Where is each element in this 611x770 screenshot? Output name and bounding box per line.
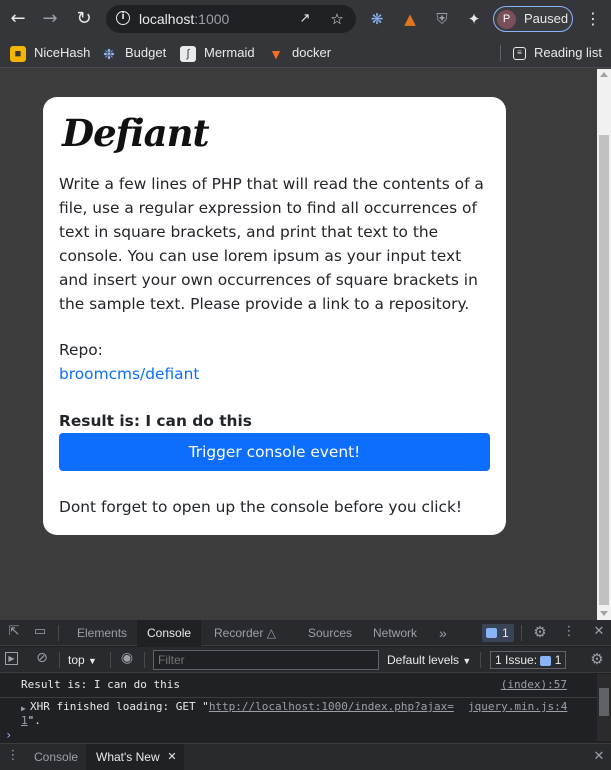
scrollbar-thumb[interactable] (599, 135, 609, 605)
console-toolbar: ▶ ⊘ top ▼ ◉ Default levels ▼ 1 Issue: 1 … (0, 647, 611, 673)
log-source-link[interactable]: (index):57 (501, 678, 567, 692)
issue-icon (540, 655, 552, 666)
console-scrollbar[interactable] (597, 674, 611, 741)
settings-gear-icon[interactable]: ⚙ (532, 625, 548, 641)
shield-icon[interactable]: ⛨ (433, 10, 451, 28)
scroll-down-arrow-icon[interactable] (600, 611, 608, 616)
page-scrollbar[interactable] (597, 69, 611, 620)
tab-network[interactable]: Network (363, 620, 427, 646)
tab-elements[interactable]: Elements (67, 620, 137, 646)
tab-sources[interactable]: Sources (298, 620, 362, 646)
console-log-line: Result is: I can do this (index):57 (21, 678, 567, 692)
devtools-tabbar: ⇱ ▭ Elements Console Recorder △ Sources … (0, 620, 611, 646)
console-scrollbar-thumb[interactable] (599, 688, 609, 716)
repo-label: Repo: (59, 341, 103, 359)
message-icon (486, 628, 497, 638)
drawer-menu-icon[interactable]: ⋮ (5, 749, 21, 765)
reading-list-icon: ≡ (513, 47, 526, 61)
devtools-panel: ⇱ ▭ Elements Console Recorder △ Sources … (0, 620, 611, 770)
back-icon[interactable]: ← (6, 7, 30, 31)
task-description: Write a few lines of PHP that will read … (59, 175, 484, 313)
device-toolbar-icon[interactable]: ▭ (32, 625, 48, 641)
more-tabs-icon[interactable]: » (429, 620, 457, 646)
url-text[interactable]: localhost:1000 (139, 11, 229, 27)
console-note: Dont forget to open up the console befor… (59, 498, 463, 516)
xhr-source-link[interactable]: jquery.min.js:4 (468, 700, 567, 714)
messages-badge[interactable]: 1 (482, 624, 514, 642)
close-devtools-icon[interactable]: ✕ (591, 625, 607, 641)
clear-console-icon[interactable]: ⊘ (34, 651, 50, 667)
gitlab-icon: ▼ (269, 45, 283, 62)
share-icon[interactable]: ↗ (296, 10, 314, 28)
forward-icon[interactable]: → (38, 7, 62, 31)
bookmark-docker[interactable]: ▼ docker (268, 44, 331, 62)
menu-kebab-icon[interactable]: ⋮ (584, 10, 602, 28)
divider (59, 652, 60, 668)
tab-console[interactable]: Console (137, 620, 202, 646)
context-selector[interactable]: top ▼ (68, 651, 97, 670)
profile-button[interactable]: P Paused (493, 6, 573, 32)
address-bar[interactable]: i localhost:1000 ↗ ☆ (106, 5, 356, 33)
reading-list-button[interactable]: ≡ Reading list (513, 44, 602, 62)
result-text: Result is: I can do this (59, 412, 252, 430)
content-card: Defiant Write a few lines of PHP that wi… (43, 97, 506, 535)
react-devtools-icon[interactable]: ❋ (368, 10, 386, 28)
log-levels-dropdown[interactable]: Default levels ▼ (387, 651, 471, 670)
xhr-url-link[interactable]: http://localhost:1000/index.php?ajax= (209, 700, 454, 713)
budget-icon: ❉ (103, 45, 115, 62)
site-info-icon[interactable]: i (116, 11, 130, 25)
scroll-up-arrow-icon[interactable] (600, 72, 608, 77)
trigger-console-button[interactable]: Trigger console event! (59, 433, 490, 471)
bookmark-mermaid[interactable]: ∫ Mermaid (180, 44, 255, 62)
divider (480, 652, 481, 668)
divider (110, 652, 111, 668)
extensions-puzzle-icon[interactable]: ✦ (465, 10, 483, 28)
divider (144, 652, 145, 668)
console-output: Result is: I can do this (index):57 ▶ XH… (0, 674, 597, 742)
page-title: Defiant (62, 111, 210, 155)
metamask-icon[interactable]: ▲ (401, 10, 419, 28)
mermaid-icon: ∫ (180, 45, 196, 62)
xhr-url-link-continued[interactable]: 1 (21, 714, 28, 727)
flask-icon: △ (266, 626, 276, 640)
devtools-menu-icon[interactable]: ⋮ (561, 625, 577, 641)
browser-toolbar: ← → ↻ i localhost:1000 ↗ ☆ ❋ ▲ ⛨ ✦ P Pau… (0, 0, 611, 38)
console-prompt-icon[interactable]: › (5, 728, 12, 742)
bookmark-star-icon[interactable]: ☆ (328, 10, 346, 28)
tab-recorder[interactable]: Recorder △ (204, 620, 286, 646)
close-tab-icon[interactable]: ✕ (164, 750, 180, 766)
sidebar-toggle-icon[interactable]: ▶ (5, 652, 18, 665)
eye-icon[interactable]: ◉ (119, 651, 135, 667)
profile-status: Paused (524, 11, 569, 26)
avatar: P (497, 10, 516, 29)
reload-icon[interactable]: ↻ (72, 7, 96, 31)
bookmarks-divider (500, 45, 501, 61)
close-drawer-icon[interactable]: ✕ (591, 750, 607, 766)
console-xhr-line: ▶ XHR finished loading: GET "http://loca… (0, 697, 597, 727)
page-viewport: Defiant Write a few lines of PHP that wi… (0, 69, 597, 620)
devtools-drawer-tabs: ⋮ Console What's New ✕ ✕ (0, 743, 611, 770)
divider (521, 625, 522, 641)
console-filter-input[interactable] (153, 650, 379, 670)
nicehash-icon: ■ (10, 45, 26, 62)
inspect-element-icon[interactable]: ⇱ (6, 625, 22, 641)
issues-button[interactable]: 1 Issue: 1 (490, 651, 567, 669)
divider (58, 625, 59, 641)
console-settings-gear-icon[interactable]: ⚙ (589, 652, 605, 668)
bookmark-nicehash[interactable]: ■ NiceHash (10, 44, 90, 62)
bookmarks-bar: ■ NiceHash ❉ Budget ∫ Mermaid ▼ docker ≡ Read… (0, 38, 611, 68)
bookmark-budget[interactable]: ❉ Budget (101, 44, 166, 62)
repo-link[interactable]: broomcms/defiant (59, 365, 199, 383)
drawer-tab-console[interactable]: Console (24, 744, 88, 770)
